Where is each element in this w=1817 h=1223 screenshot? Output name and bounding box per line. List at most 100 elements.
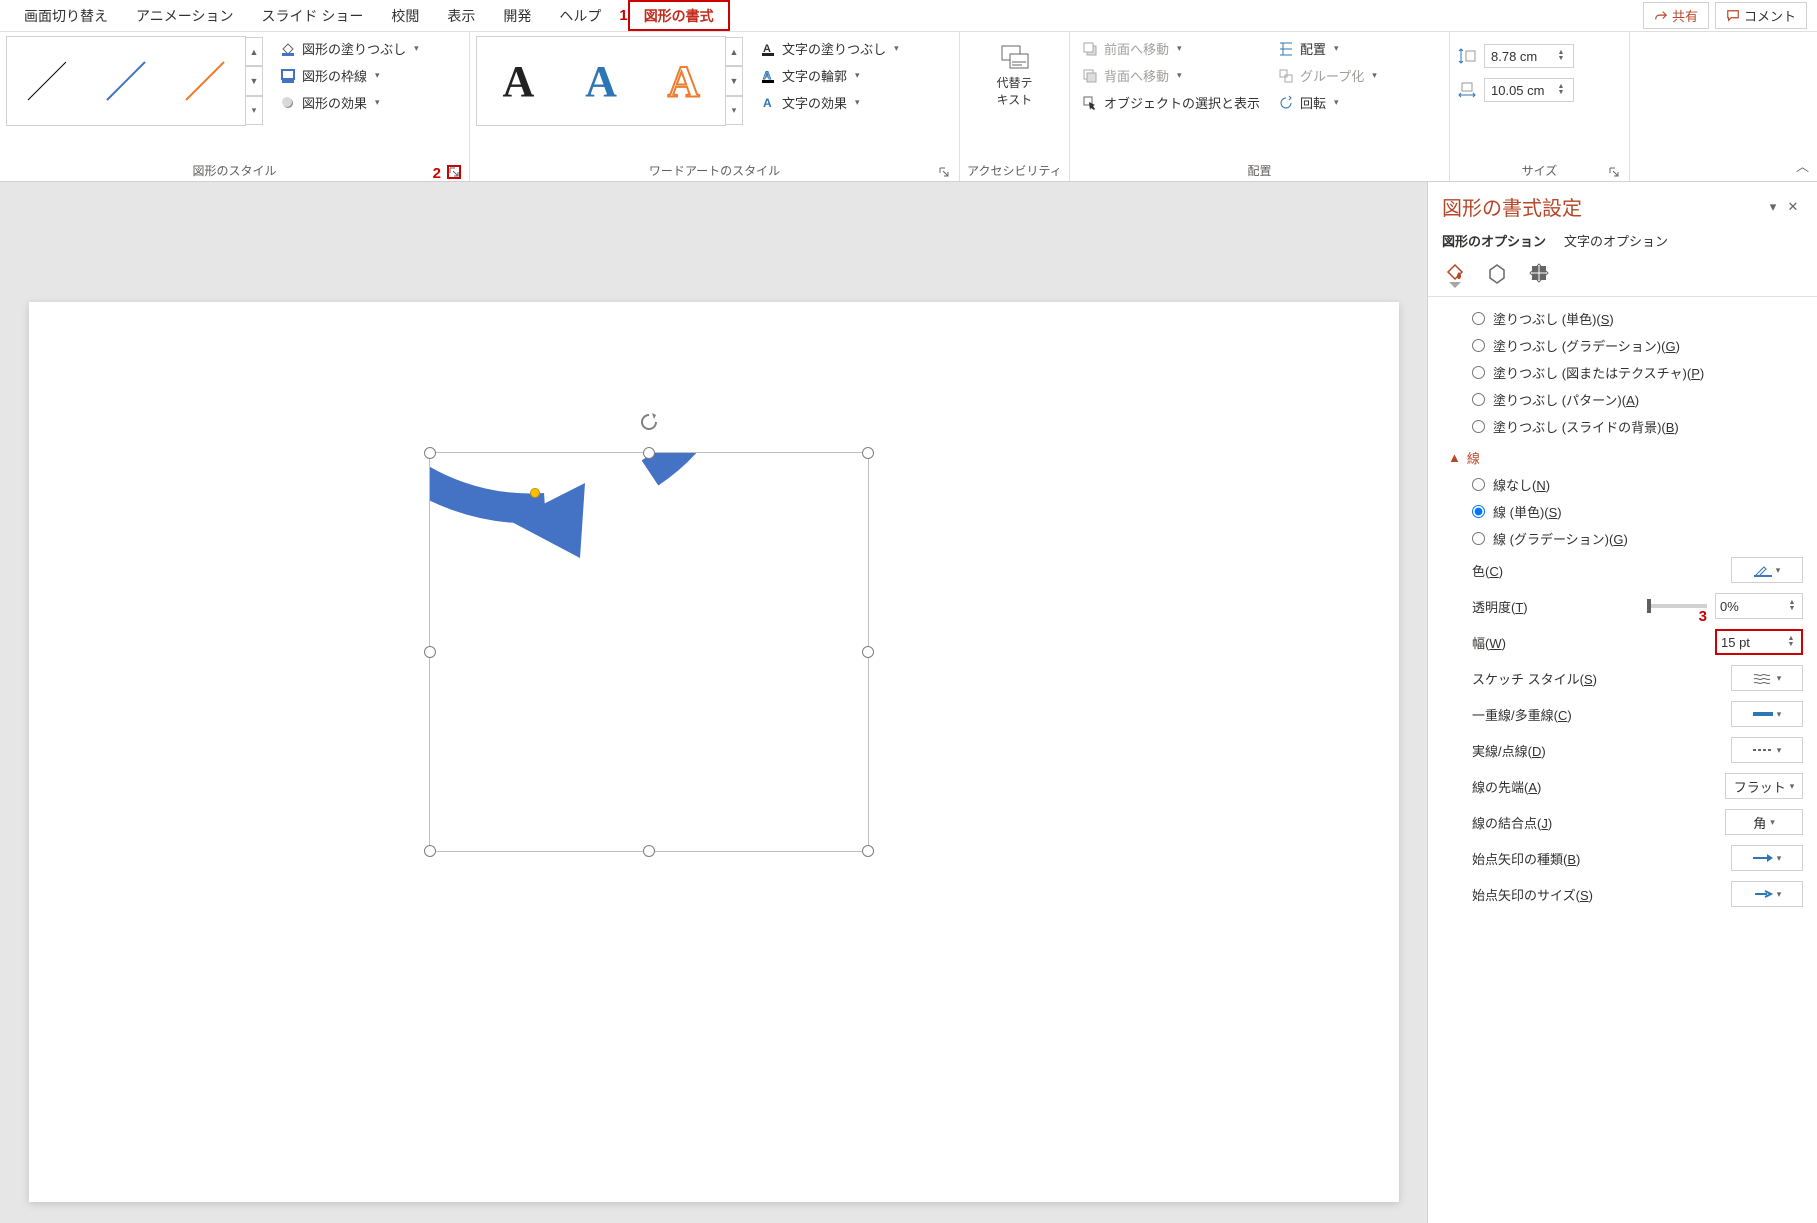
wordart-gallery[interactable]: A A A ▲ ▼ ▾ [476, 36, 726, 126]
trans-input[interactable]: 0%▲▼ [1715, 593, 1803, 619]
handle-br[interactable] [862, 845, 874, 857]
slide[interactable] [29, 302, 1399, 1202]
wa-more[interactable]: ▾ [725, 96, 743, 125]
text-effects-button[interactable]: A 文字の効果▾ [754, 90, 905, 115]
tab-transitions[interactable]: 画面切り替え [10, 0, 122, 31]
line-none-radio[interactable]: 線なし(N) [1448, 471, 1803, 498]
size-launcher[interactable] [1607, 165, 1621, 179]
pane-tab-shape[interactable]: 図形のオプション [1442, 231, 1546, 250]
handle-b[interactable] [643, 845, 655, 857]
wordart-2[interactable]: A [585, 56, 617, 107]
align-icon [1278, 41, 1294, 57]
tab-shape-format[interactable]: 図形の書式 [628, 0, 730, 31]
comment-button[interactable]: コメント [1715, 2, 1807, 29]
rotate-icon [1278, 95, 1294, 111]
slide-canvas[interactable] [0, 182, 1427, 1223]
begin-arrow-picker[interactable]: ▾ [1731, 845, 1803, 871]
line-color-label: 色(C) [1472, 561, 1731, 580]
shape-outline-button[interactable]: 図形の枠線▾ [274, 63, 425, 88]
fill-pattern-radio[interactable]: 塗りつぶし (パターン)(A) [1448, 386, 1803, 413]
compound-picker[interactable]: ▾ [1731, 701, 1803, 727]
handle-tr[interactable] [862, 447, 874, 459]
rotate-handle[interactable] [638, 411, 660, 436]
style-thumb-3[interactable] [180, 56, 230, 106]
fill-pic-radio[interactable]: 塗りつぶし (図またはテクスチャ)(P) [1448, 359, 1803, 386]
wordart-1[interactable]: A [502, 56, 534, 107]
wordart-launcher[interactable] [937, 165, 951, 179]
line-solid-radio[interactable]: 線 (単色)(S) [1448, 498, 1803, 525]
shape-effects-button[interactable]: 図形の効果▾ [274, 90, 425, 115]
fill-grad-radio[interactable]: 塗りつぶし (グラデーション)(G) [1448, 332, 1803, 359]
height-icon [1456, 47, 1478, 65]
cap-value: フラット [1734, 777, 1786, 796]
join-picker[interactable]: 角▾ [1725, 809, 1803, 835]
wordart-3[interactable]: A [668, 56, 700, 107]
height-down[interactable]: ▼ [1555, 56, 1567, 62]
text-fill-button[interactable]: A 文字の塗りつぶし▾ [754, 36, 905, 61]
tab-help[interactable]: ヘルプ [545, 0, 615, 31]
tab-animations[interactable]: アニメーション [122, 0, 247, 31]
wa-up[interactable]: ▲ [725, 37, 743, 66]
dash-picker[interactable]: ▾ [1731, 737, 1803, 763]
shape-styles-launcher[interactable] [447, 165, 461, 179]
text-effects-label: 文字の効果 [782, 93, 847, 112]
pane-ico-fill[interactable] [1442, 260, 1468, 286]
text-outline-button[interactable]: A 文字の輪郭▾ [754, 63, 905, 88]
tab-developer[interactable]: 開発 [489, 0, 545, 31]
pane-ico-effects[interactable] [1484, 260, 1510, 286]
width-input[interactable]: 10.05 cm▲▼ [1484, 78, 1574, 102]
alt-text-button[interactable]: 代替テキスト [985, 36, 1045, 116]
style-thumb-1[interactable] [22, 56, 72, 106]
collapse-ribbon[interactable]: ︿ [1796, 156, 1809, 175]
wa-down[interactable]: ▼ [725, 66, 743, 95]
handle-r[interactable] [862, 646, 874, 658]
tab-review[interactable]: 校閲 [377, 0, 433, 31]
handle-tl[interactable] [424, 447, 436, 459]
line-grad-radio[interactable]: 線 (グラデーション)(G) [1448, 525, 1803, 552]
adj-handle-2[interactable] [530, 488, 540, 498]
group-label-text: グループ化 [1300, 66, 1364, 85]
line-color-picker[interactable]: ▾ [1731, 557, 1803, 583]
pane-options[interactable]: ▾ [1763, 199, 1783, 215]
callout-3: 3 [1699, 608, 1707, 625]
shape-selection[interactable] [429, 452, 869, 852]
join-value: 角 [1753, 813, 1766, 832]
handle-bl[interactable] [424, 845, 436, 857]
handle-t[interactable] [643, 447, 655, 459]
align-button[interactable]: 配置▾ [1272, 36, 1383, 61]
gallery-up[interactable]: ▲ [245, 37, 263, 66]
gallery-more[interactable]: ▾ [245, 96, 263, 125]
text-outline-icon: A [760, 68, 776, 84]
arc-arrow-shape[interactable] [430, 453, 870, 853]
group-button[interactable]: グループ化▾ [1272, 63, 1383, 88]
pane-body[interactable]: 塗りつぶし (単色)(S) 塗りつぶし (グラデーション)(G) 塗りつぶし (… [1428, 296, 1817, 1223]
rotate-button[interactable]: 回転▾ [1272, 90, 1383, 115]
fill-solid-radio[interactable]: 塗りつぶし (単色)(S) [1448, 305, 1803, 332]
height-input[interactable]: 8.78 cm▲▼ [1484, 44, 1574, 68]
pane-ico-size[interactable] [1526, 260, 1552, 286]
share-button[interactable]: 共有 [1643, 2, 1709, 29]
shape-outline-label: 図形の枠線 [302, 66, 367, 85]
cap-picker[interactable]: フラット▾ [1725, 773, 1803, 799]
text-fill-icon: A [760, 41, 776, 57]
line-width-input[interactable]: 15 pt▲▼ [1715, 629, 1803, 655]
send-backward-button[interactable]: 背面へ移動▾ [1076, 63, 1266, 88]
handle-l[interactable] [424, 646, 436, 658]
gallery-down[interactable]: ▼ [245, 66, 263, 95]
tab-view[interactable]: 表示 [433, 0, 489, 31]
fill-bg-radio[interactable]: 塗りつぶし (スライドの背景)(B) [1448, 413, 1803, 440]
selection-pane-button[interactable]: オブジェクトの選択と表示 [1076, 90, 1266, 115]
pane-tab-text[interactable]: 文字のオプション [1564, 231, 1668, 250]
shape-style-gallery[interactable]: ▲ ▼ ▾ [6, 36, 246, 126]
style-thumb-2[interactable] [101, 56, 151, 106]
pane-close[interactable]: ✕ [1783, 199, 1803, 215]
tab-slideshow[interactable]: スライド ショー [247, 0, 377, 31]
bring-forward-button[interactable]: 前面へ移動▾ [1076, 36, 1266, 61]
begin-size-picker[interactable]: ▾ [1731, 881, 1803, 907]
dash-icon [1753, 746, 1773, 754]
alt-text-icon [1000, 44, 1030, 70]
sketch-picker[interactable]: ▾ [1731, 665, 1803, 691]
shape-fill-button[interactable]: 図形の塗りつぶし▾ [274, 36, 425, 61]
line-section[interactable]: ▲ 線 [1448, 440, 1803, 471]
width-down[interactable]: ▼ [1555, 90, 1567, 96]
